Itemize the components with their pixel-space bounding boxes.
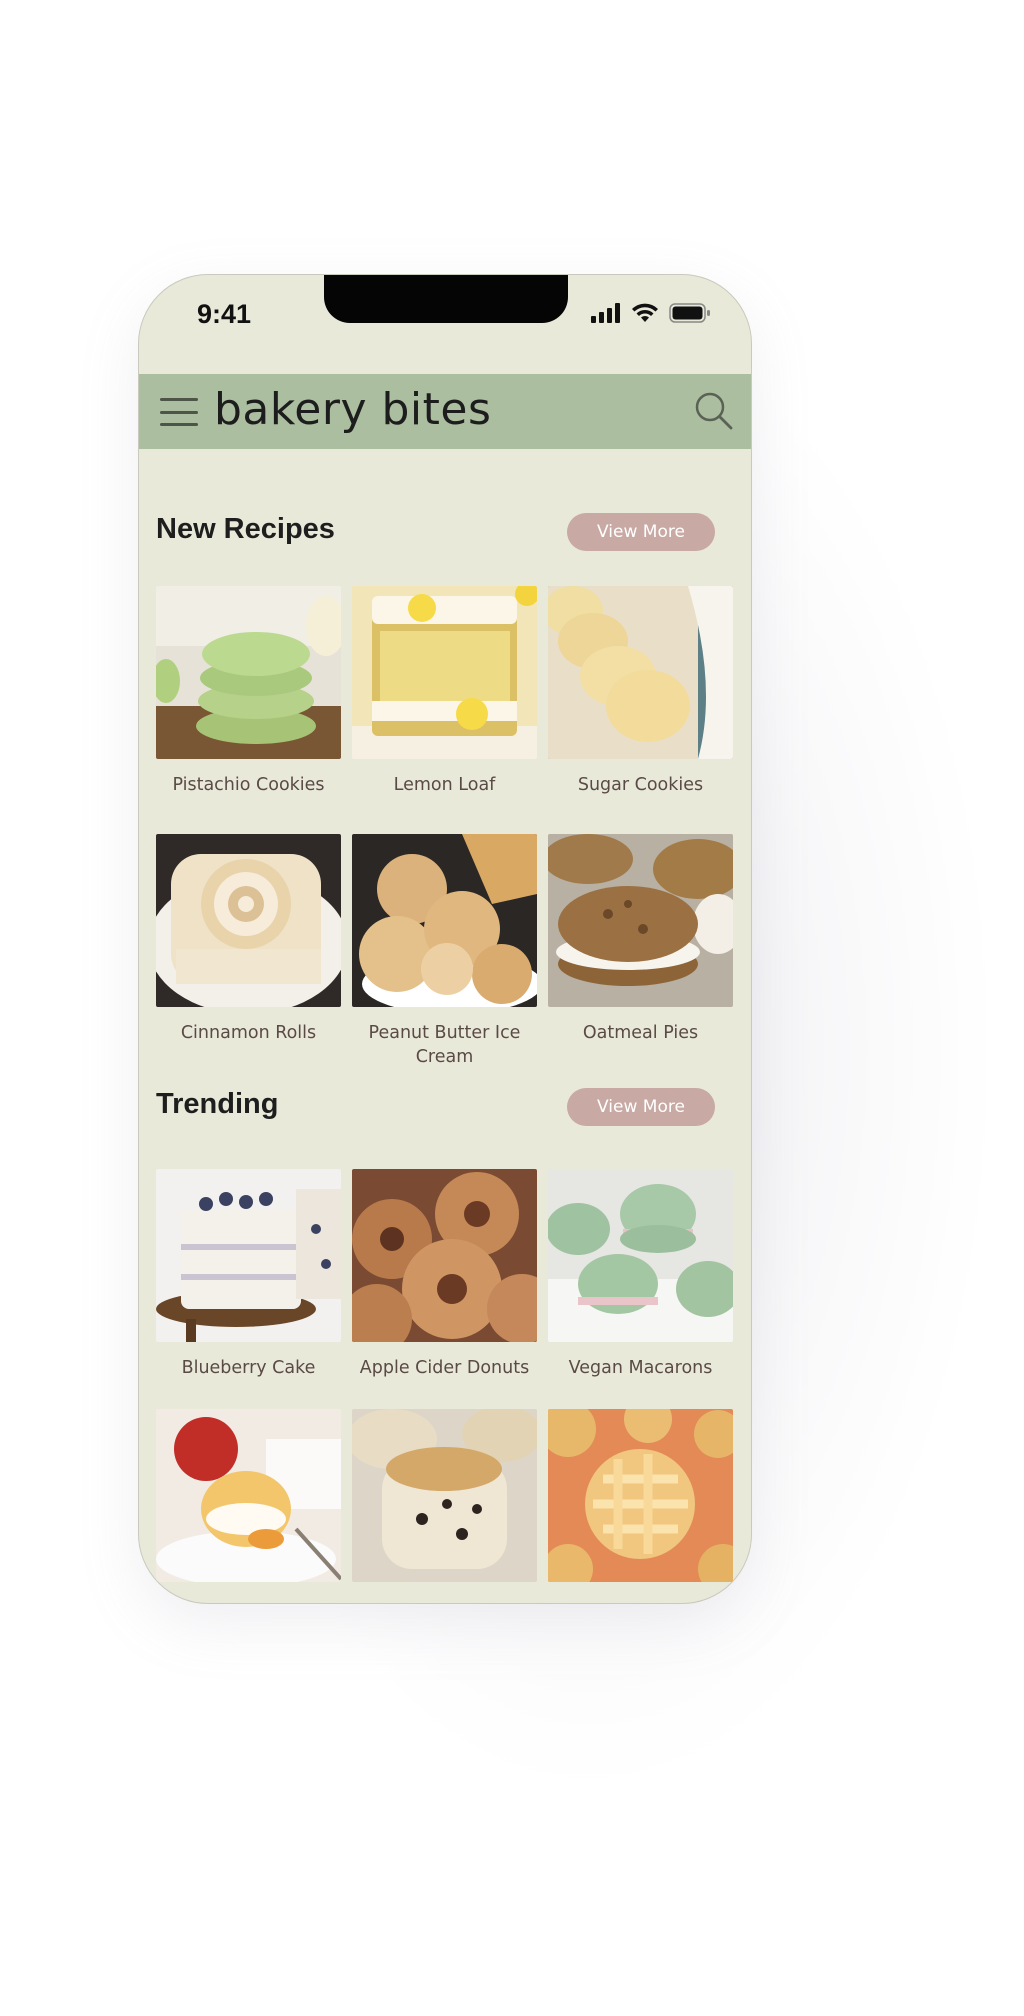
section-title: Trending (156, 1088, 279, 1120)
recipe-image-peanut-butter-ice-cream (352, 834, 537, 1007)
phone-notch (324, 275, 568, 323)
status-icons (591, 303, 711, 323)
recipe-image-apple-tarts (548, 1409, 733, 1582)
section-header-trending: Trending View More (156, 1088, 716, 1128)
recipe-card[interactable] (156, 1409, 341, 1582)
recipe-card[interactable]: Vegan Macarons (548, 1169, 733, 1380)
recipe-name: Oatmeal Pies (582, 1023, 699, 1043)
recipe-image-raisin-scones (352, 1409, 537, 1582)
section-title: New Recipes (156, 513, 335, 545)
recipe-image-blueberry-cake (156, 1169, 341, 1342)
app-header: bakery bites (139, 374, 751, 449)
section-header-new-recipes: New Recipes View More (156, 513, 716, 553)
recipe-name: Pistachio Cookies (172, 775, 325, 795)
recipe-card[interactable]: Oatmeal Pies (548, 834, 733, 1045)
recipe-card[interactable]: Cinnamon Rolls (156, 834, 341, 1045)
signal-icon (591, 303, 620, 323)
recipe-image-pistachio-cookies (156, 586, 341, 759)
recipe-name: Peanut Butter Ice Cream (368, 1023, 521, 1067)
recipe-card[interactable]: Apple Cider Donuts (352, 1169, 537, 1380)
recipe-card[interactable]: Pistachio Cookies (156, 586, 341, 797)
phone-frame: 9:41 bakery bites New Recipes View More … (138, 274, 752, 1604)
wifi-icon (632, 303, 658, 322)
hamburger-menu-icon[interactable] (160, 398, 198, 426)
recipe-card[interactable]: Blueberry Cake (156, 1169, 341, 1380)
recipe-card[interactable] (352, 1409, 537, 1582)
recipe-card[interactable]: Lemon Loaf (352, 586, 537, 797)
recipe-image-vegan-macarons (548, 1169, 733, 1342)
recipe-image-lemon-loaf (352, 586, 537, 759)
recipe-image-sugar-cookies (548, 586, 733, 759)
recipe-card[interactable]: Sugar Cookies (548, 586, 733, 797)
recipe-image-oatmeal-pies (548, 834, 733, 1007)
view-more-button[interactable]: View More (567, 513, 715, 551)
view-more-button[interactable]: View More (567, 1088, 715, 1126)
recipe-name: Vegan Macarons (568, 1358, 713, 1378)
recipe-image-cream-puffs (156, 1409, 341, 1582)
recipe-name: Sugar Cookies (577, 775, 704, 795)
recipe-name: Blueberry Cake (181, 1358, 316, 1378)
app-title: bakery bites (214, 384, 492, 435)
recipe-name: Cinnamon Rolls (180, 1023, 317, 1043)
status-time: 9:41 (197, 299, 252, 329)
recipe-name: Apple Cider Donuts (359, 1358, 530, 1378)
recipe-image-apple-cider-donuts (352, 1169, 537, 1342)
battery-icon (669, 303, 710, 323)
recipe-card[interactable]: Peanut Butter Ice Cream (352, 834, 537, 1069)
recipe-image-cinnamon-rolls (156, 834, 341, 1007)
search-icon[interactable] (693, 390, 735, 432)
recipe-name: Lemon Loaf (393, 775, 496, 795)
recipe-card[interactable] (548, 1409, 733, 1582)
